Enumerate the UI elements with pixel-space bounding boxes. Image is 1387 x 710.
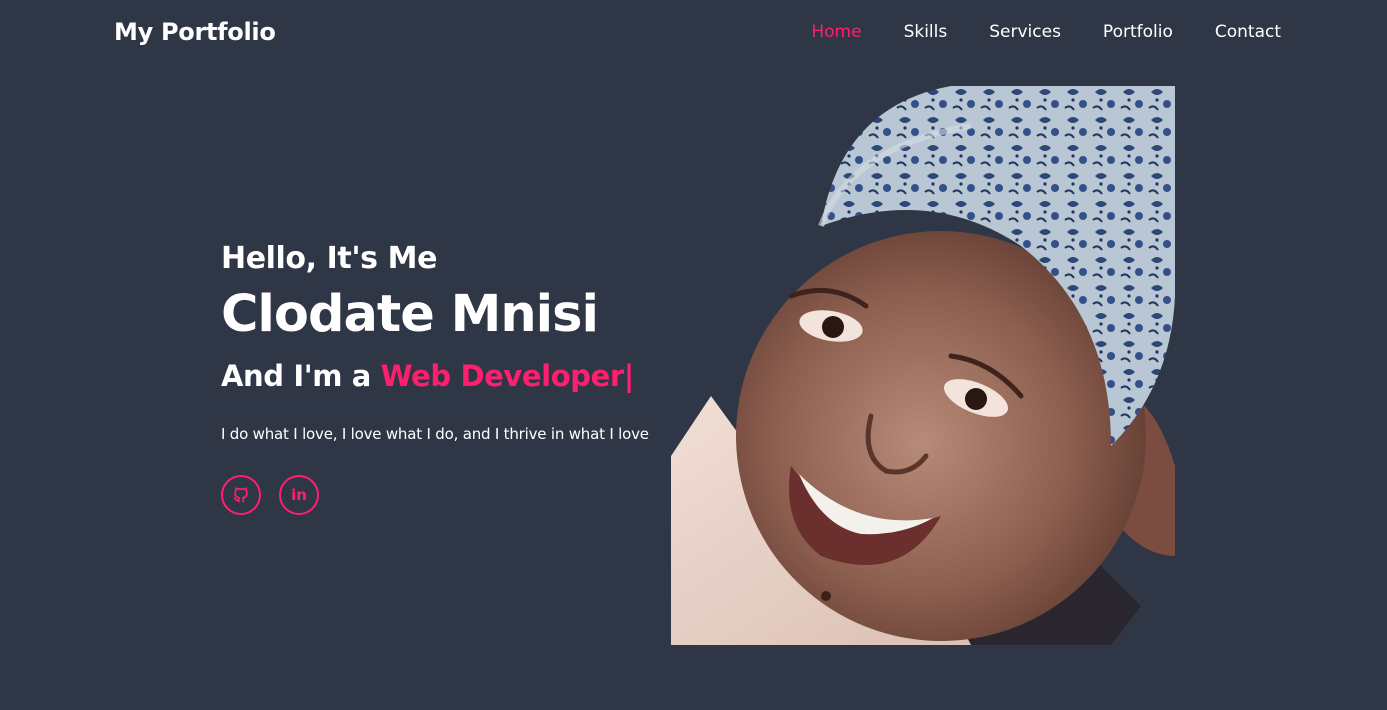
profile-photo: [671, 86, 1175, 645]
nav-portfolio[interactable]: Portfolio: [1103, 20, 1173, 44]
nav-services[interactable]: Services: [989, 20, 1061, 44]
portfolio-page: My Portfolio Home Skills Services Portfo…: [0, 0, 1387, 710]
github-link[interactable]: [221, 475, 261, 515]
social-links: in: [221, 475, 701, 515]
site-header: My Portfolio Home Skills Services Portfo…: [0, 0, 1387, 64]
hero-role-line: And I'm a Web Developer|: [221, 356, 701, 396]
hero-greeting: Hello, It's Me: [221, 241, 438, 276]
main-nav: Home Skills Services Portfolio Contact: [769, 20, 1281, 44]
typing-caret: |: [623, 359, 635, 393]
hero-tagline: I do what I love, I love what I do, and …: [221, 425, 649, 443]
site-logo[interactable]: My Portfolio: [114, 16, 276, 48]
github-icon: [232, 486, 250, 504]
linkedin-link[interactable]: in: [279, 475, 319, 515]
nav-home[interactable]: Home: [811, 20, 861, 44]
linkedin-icon: in: [291, 485, 307, 504]
nav-skills[interactable]: Skills: [904, 20, 948, 44]
role-typed-text: Web Developer: [380, 359, 625, 393]
hero-name: Clodate Mnisi: [221, 285, 599, 344]
nav-contact[interactable]: Contact: [1215, 20, 1281, 44]
role-prefix: And I'm a: [221, 359, 381, 393]
hero-section: Hello, It's Me Clodate Mnisi And I'm a W…: [221, 238, 701, 515]
